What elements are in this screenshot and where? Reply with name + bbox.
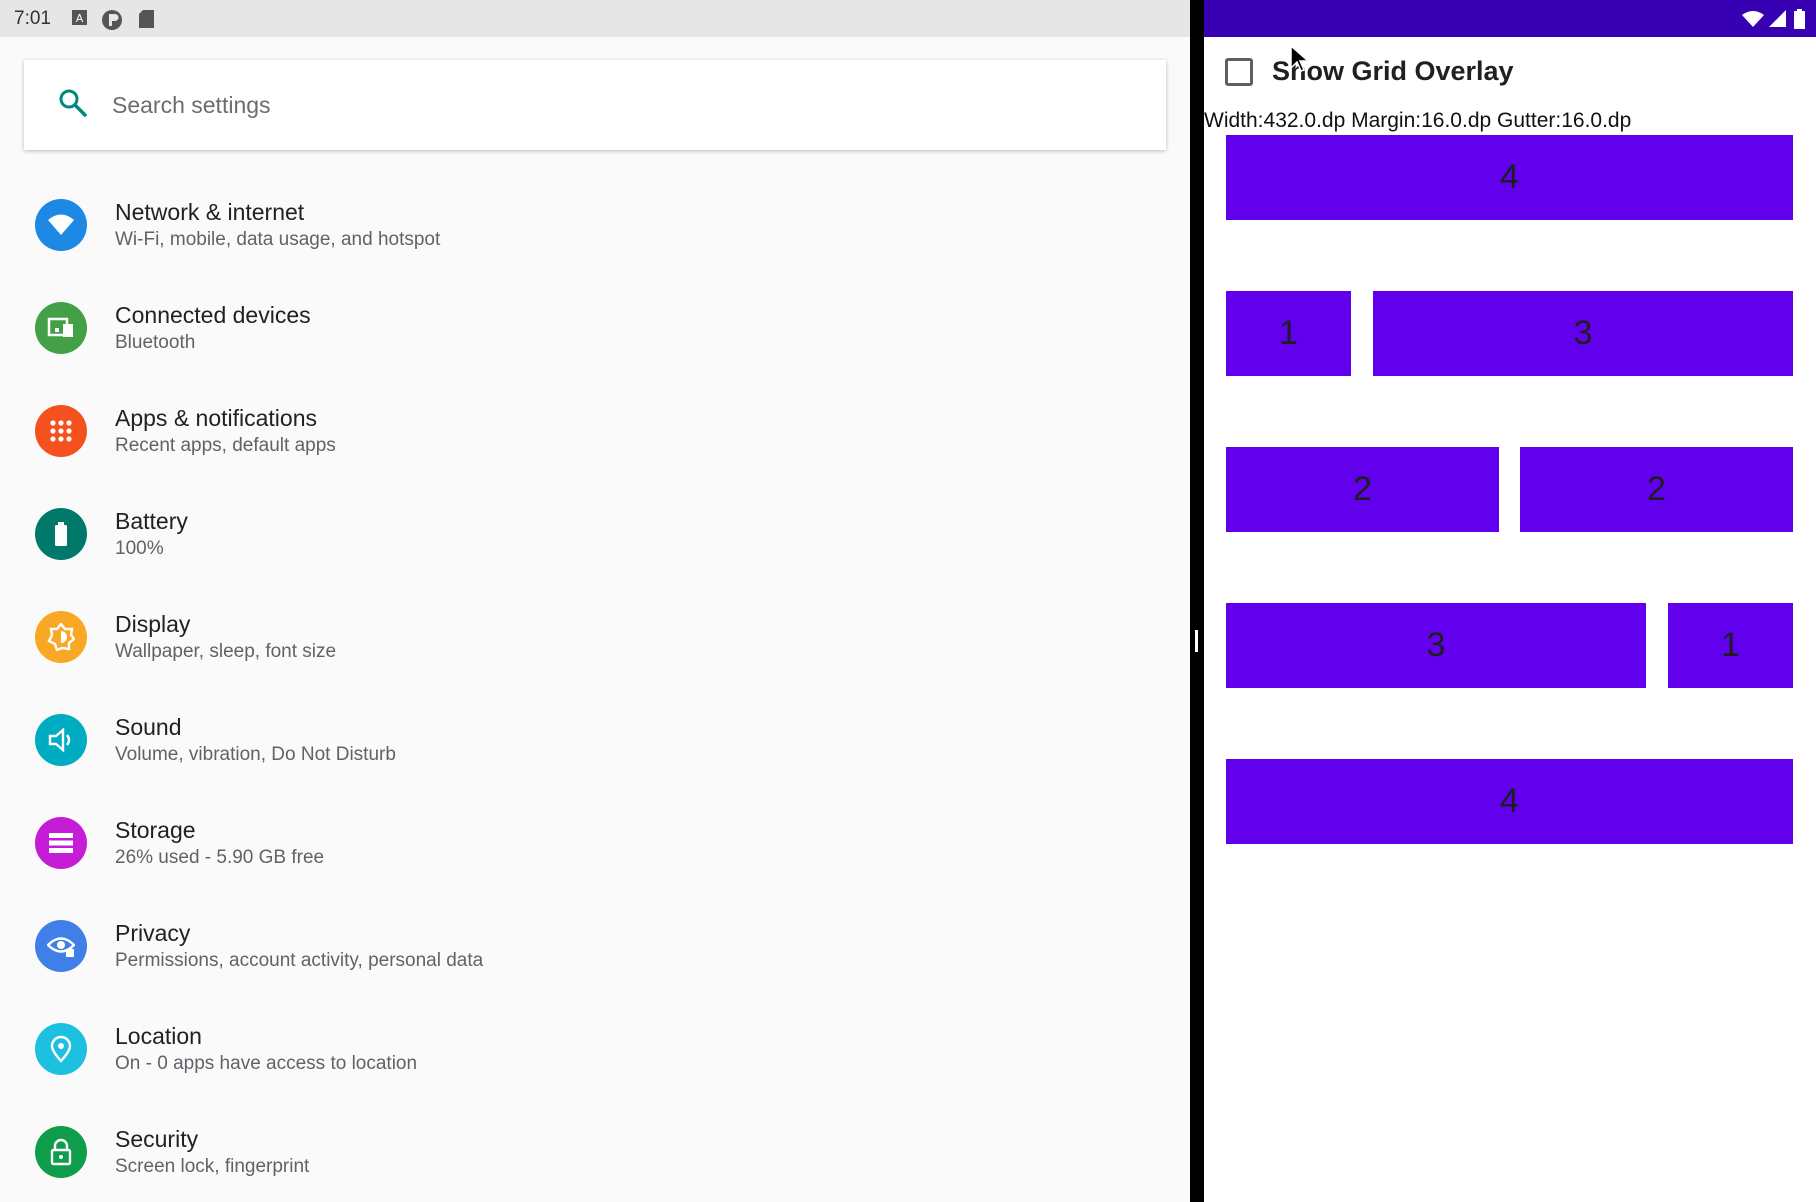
status-bar: 7:01 A [0, 0, 1190, 37]
lock-p-icon [102, 10, 122, 30]
setting-subtitle: 100% [115, 538, 164, 559]
battery-icon [35, 508, 87, 560]
mouse-cursor-icon [1290, 44, 1310, 72]
setting-subtitle: Permissions, account activity, personal … [115, 950, 484, 971]
grid-overlay-checkbox[interactable] [1225, 58, 1253, 86]
setting-title: Network & internet [115, 199, 305, 225]
sd-card-icon [139, 10, 154, 28]
setting-subtitle: Screen lock, fingerprint [115, 1156, 310, 1177]
devices-icon [35, 302, 87, 354]
setting-title: Sound [115, 714, 182, 740]
signal-icon [1769, 10, 1786, 27]
setting-title: Storage [115, 817, 196, 843]
settings-pane: 7:01 A Search settings Network & interne… [0, 0, 1190, 1202]
grid-cell-span-1: 1 [1226, 291, 1351, 376]
setting-subtitle: 26% used - 5.90 GB free [115, 847, 325, 868]
svg-text:A: A [76, 12, 84, 25]
grid-cell-span-2: 2 [1520, 447, 1793, 532]
search-icon [59, 89, 87, 117]
setting-apps[interactable]: Apps & notifications Recent apps, defaul… [0, 379, 1190, 482]
setting-privacy[interactable]: Privacy Permissions, account activity, p… [0, 894, 1190, 997]
lock-icon [35, 1126, 87, 1178]
search-bar[interactable]: Search settings [24, 60, 1166, 150]
setting-title: Privacy [115, 920, 191, 946]
split-handle[interactable] [1195, 630, 1198, 652]
setting-subtitle: Volume, vibration, Do Not Disturb [115, 744, 396, 765]
setting-subtitle: On - 0 apps have access to location [115, 1053, 418, 1074]
setting-network[interactable]: Network & internet Wi-Fi, mobile, data u… [0, 173, 1190, 276]
setting-subtitle: Recent apps, default apps [115, 435, 336, 456]
volume-icon [35, 714, 87, 766]
grid-cell-span-4: 4 [1226, 135, 1793, 220]
setting-security[interactable]: Security Screen lock, fingerprint [0, 1100, 1190, 1202]
privacy-eye-icon [35, 920, 87, 972]
setting-location[interactable]: Location On - 0 apps have access to loca… [0, 997, 1190, 1100]
wifi-icon [35, 199, 87, 251]
app-status-bar [1204, 0, 1816, 37]
grid-metrics-text: Width:432.0.dp Margin:16.0.dp Gutter:16.… [1204, 109, 1632, 132]
search-placeholder: Search settings [112, 92, 271, 118]
setting-subtitle: Wallpaper, sleep, font size [115, 641, 337, 662]
setting-title: Display [115, 611, 191, 637]
setting-title: Security [115, 1126, 199, 1152]
setting-subtitle: Bluetooth [115, 332, 196, 353]
setting-storage[interactable]: Storage 26% used - 5.90 GB free [0, 791, 1190, 894]
setting-connected-devices[interactable]: Connected devices Bluetooth [0, 276, 1190, 379]
accessibility-icon: A [72, 10, 87, 25]
setting-title: Battery [115, 508, 188, 534]
brightness-icon [35, 611, 87, 663]
location-pin-icon [35, 1023, 87, 1075]
setting-display[interactable]: Display Wallpaper, sleep, font size [0, 585, 1190, 688]
grid-cell-span-4: 4 [1226, 759, 1793, 844]
setting-sound[interactable]: Sound Volume, vibration, Do Not Disturb [0, 688, 1190, 791]
grid-app-pane: Show Grid Overlay Width:432.0.dp Margin:… [1204, 0, 1816, 1202]
setting-title: Connected devices [115, 302, 311, 328]
split-divider[interactable] [1190, 0, 1204, 1202]
grid-cell-span-1: 1 [1668, 603, 1793, 688]
grid-cell-span-2: 2 [1226, 447, 1499, 532]
setting-title: Apps & notifications [115, 405, 318, 431]
storage-icon [35, 817, 87, 869]
setting-subtitle: Wi-Fi, mobile, data usage, and hotspot [115, 229, 441, 250]
wifi-icon [1742, 11, 1764, 27]
grid-cell-span-3: 3 [1373, 291, 1793, 376]
status-time: 7:01 [14, 8, 51, 29]
grid-cell-span-3: 3 [1226, 603, 1646, 688]
apps-icon [35, 405, 87, 457]
setting-battery[interactable]: Battery 100% [0, 482, 1190, 585]
battery-icon [1794, 9, 1805, 29]
setting-title: Location [115, 1023, 202, 1049]
